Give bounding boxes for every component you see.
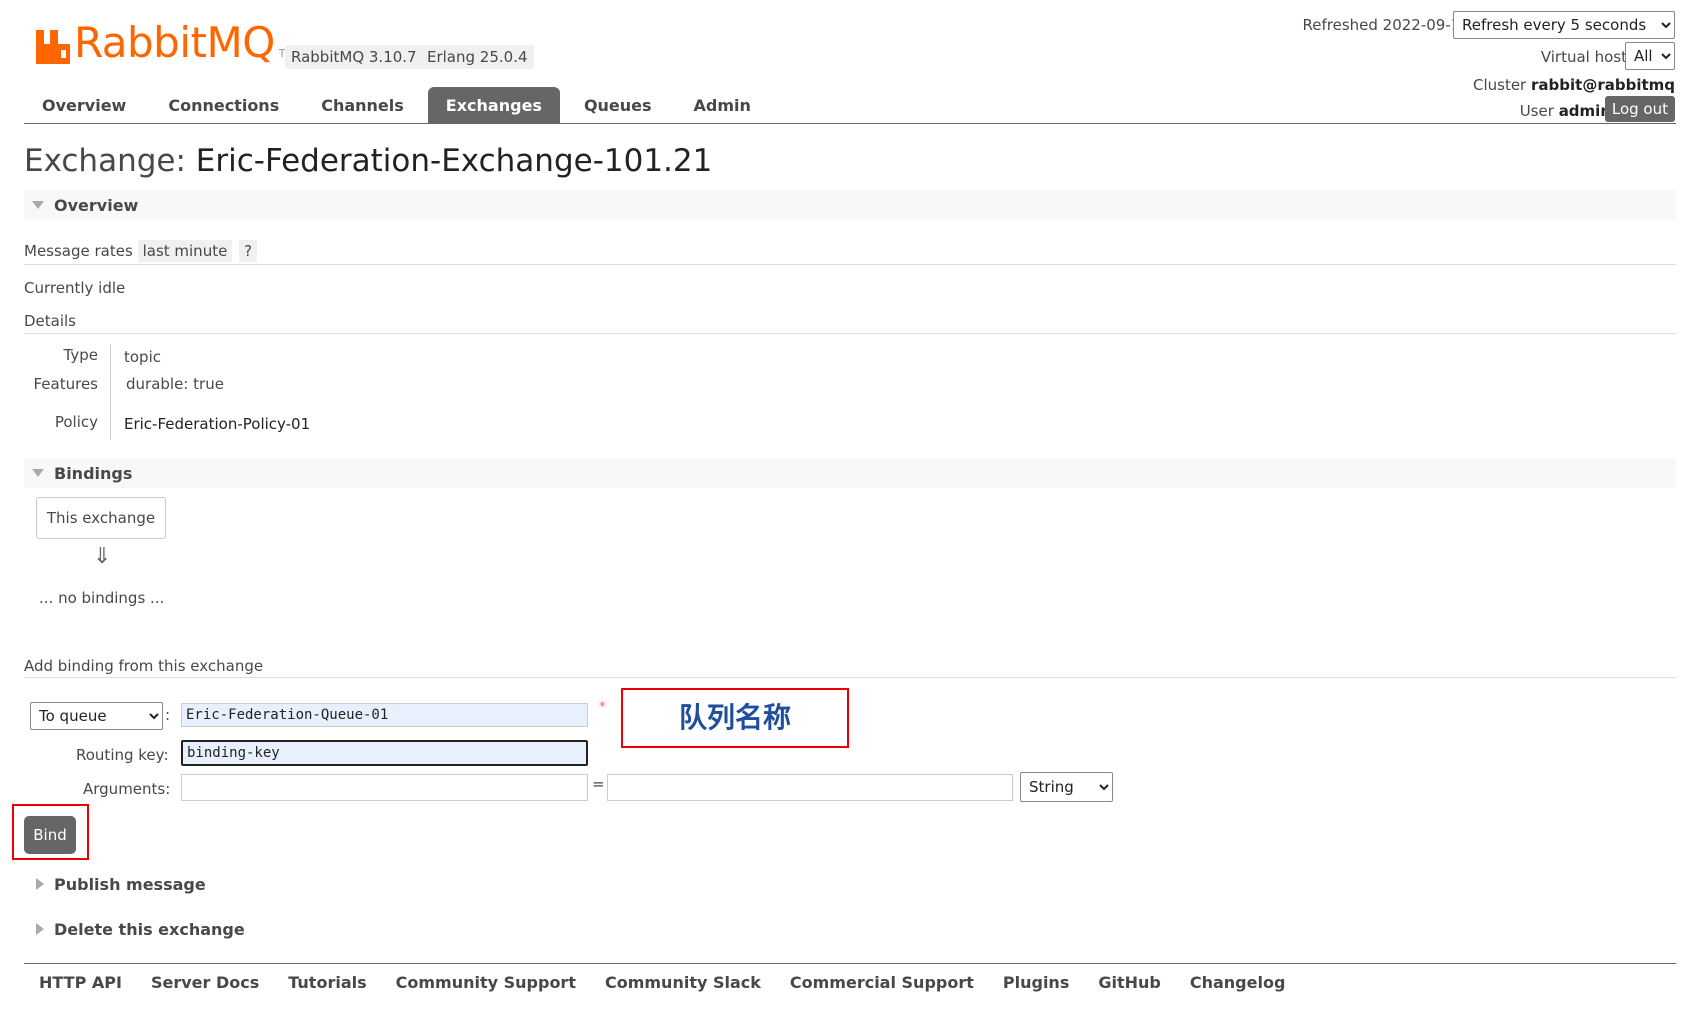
collapse-triangle-icon [32, 469, 44, 477]
nav-divider [24, 123, 1676, 124]
arguments-label: Arguments: [83, 780, 171, 798]
down-arrow-icon: ⇓ [93, 544, 112, 569]
equals-sign: = [592, 775, 605, 793]
tab-channels[interactable]: Channels [303, 87, 422, 123]
tab-overview[interactable]: Overview [24, 87, 144, 123]
delete-exchange-toggle[interactable]: Delete this exchange [24, 914, 1676, 944]
add-binding-label: Add binding from this exchange [24, 657, 264, 675]
routing-key-label: Routing key: [76, 746, 169, 764]
footer-link-commercial-support[interactable]: Commercial Support [790, 973, 974, 992]
exchange-name: Eric-Federation-Exchange-101.21 [195, 143, 713, 179]
bindings-heading: Bindings [54, 464, 133, 483]
user-label: User [1519, 102, 1554, 120]
footer-link-community-slack[interactable]: Community Slack [605, 973, 761, 992]
page-title-prefix: Exchange: [24, 143, 186, 179]
details-divider [110, 344, 111, 440]
routing-key-input[interactable] [181, 740, 588, 766]
publish-message-heading: Publish message [54, 875, 206, 894]
expand-triangle-icon [36, 878, 44, 890]
rabbitmq-logo[interactable]: RabbitMQ TM [36, 22, 295, 64]
cluster-label: Cluster [1472, 76, 1527, 94]
no-bindings-text: ... no bindings ... [39, 589, 165, 607]
refresh-interval-select[interactable]: Refresh every 5 seconds [1453, 11, 1675, 39]
argument-key-input[interactable] [181, 774, 588, 801]
footer-divider [24, 963, 1676, 964]
argument-value-input[interactable] [607, 774, 1013, 801]
policy-link[interactable]: Eric-Federation-Policy-01 [124, 415, 310, 433]
required-mark: * [599, 700, 606, 715]
policy-label: Policy [54, 413, 98, 431]
type-value: topic [124, 348, 161, 366]
virtual-host-select[interactable]: All [1625, 42, 1675, 70]
footer-link-community-support[interactable]: Community Support [396, 973, 576, 992]
divider [24, 333, 1676, 334]
tab-admin[interactable]: Admin [676, 87, 769, 123]
main-nav: Overview Connections Channels Exchanges … [24, 87, 775, 123]
delete-exchange-heading: Delete this exchange [54, 920, 245, 939]
tab-connections[interactable]: Connections [150, 87, 297, 123]
cluster-name: rabbit@rabbitmq [1531, 76, 1675, 94]
logo-wordmark: RabbitMQ [74, 18, 275, 67]
collapse-triangle-icon [32, 201, 44, 209]
message-rates-period[interactable]: last minute [137, 240, 233, 262]
colon: : [165, 706, 171, 724]
durable-value: true [193, 375, 224, 393]
annotation-box: 队列名称 [621, 688, 849, 748]
divider [24, 677, 1676, 678]
footer-links: HTTP API Server Docs Tutorials Community… [39, 973, 1314, 992]
bind-button[interactable]: Bind [24, 816, 76, 854]
this-exchange-box: This exchange [36, 497, 166, 539]
cluster-info: Cluster rabbit@rabbitmq [1473, 76, 1675, 94]
erlang-version: Erlang 25.0.4 [421, 45, 534, 69]
footer-link-http-api[interactable]: HTTP API [39, 973, 122, 992]
user-name: admin [1558, 102, 1611, 120]
annotation-text: 队列名称 [678, 701, 791, 734]
footer-link-server-docs[interactable]: Server Docs [151, 973, 259, 992]
footer-link-plugins[interactable]: Plugins [1003, 973, 1069, 992]
overview-heading: Overview [54, 196, 139, 215]
user-info: User admin [1520, 102, 1611, 120]
tab-queues[interactable]: Queues [566, 87, 670, 123]
message-rates-label: Message rates [24, 242, 133, 260]
type-label: Type [63, 346, 98, 364]
message-rates-row: Message rates last minute ? [24, 240, 258, 262]
destination-queue-input[interactable] [181, 703, 588, 727]
virtual-host-label: Virtual host [1540, 48, 1627, 66]
footer-link-github[interactable]: GitHub [1098, 973, 1161, 992]
publish-message-toggle[interactable]: Publish message [24, 869, 1676, 899]
footer-link-changelog[interactable]: Changelog [1190, 973, 1286, 992]
features-value: durable: true [126, 375, 224, 393]
page-title: Exchange: Eric-Federation-Exchange-101.2… [24, 143, 712, 179]
tab-exchanges[interactable]: Exchanges [427, 87, 560, 123]
idle-status: Currently idle [24, 279, 126, 297]
help-button[interactable]: ? [239, 240, 258, 262]
durable-label: durable: [126, 375, 189, 393]
destination-type-select[interactable]: To queue [30, 702, 163, 730]
argument-type-select[interactable]: String [1020, 772, 1113, 802]
divider [24, 264, 1676, 265]
bindings-section-toggle[interactable]: Bindings [24, 458, 1676, 488]
features-label: Features [33, 375, 99, 393]
logout-button[interactable]: Log out [1604, 96, 1675, 122]
footer-link-tutorials[interactable]: Tutorials [288, 973, 366, 992]
details-label: Details [24, 312, 77, 330]
rabbit-logo-icon [36, 30, 70, 64]
expand-triangle-icon [36, 923, 44, 935]
rabbitmq-version: RabbitMQ 3.10.7 [285, 45, 423, 69]
overview-section-toggle[interactable]: Overview [24, 190, 1676, 220]
